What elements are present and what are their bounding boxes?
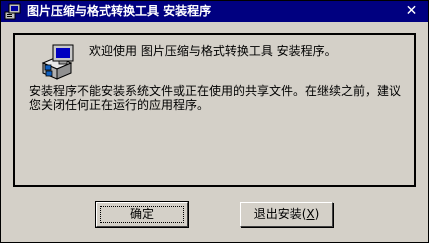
exit-setup-mnemonic: X bbox=[306, 207, 315, 221]
welcome-message: 欢迎使用 图片压缩与格式转换工具 安装程序。 bbox=[89, 44, 337, 58]
exit-setup-button[interactable]: 退出安装(X) bbox=[240, 202, 333, 227]
warning-message: 安装程序不能安装系统文件或正在使用的共享文件。在继续之前，建议您关闭任何正在运行… bbox=[29, 84, 402, 112]
close-icon[interactable]: ✕ bbox=[403, 3, 420, 20]
setup-dialog: 图片压缩与格式转换工具 安装程序 ✕ 欢迎使用 图片压缩与格式转换工具 安装程序… bbox=[0, 0, 429, 243]
title-bar[interactable]: 图片压缩与格式转换工具 安装程序 ✕ bbox=[1, 1, 428, 22]
setup-computer-icon bbox=[4, 3, 22, 20]
message-panel: 欢迎使用 图片压缩与格式转换工具 安装程序。 安装程序不能安装系统文件或正在使用… bbox=[13, 33, 416, 187]
exit-setup-label-suffix: ) bbox=[314, 207, 320, 221]
setup-computer-icon bbox=[41, 43, 77, 81]
focus-rectangle bbox=[100, 206, 184, 223]
ok-button[interactable]: 确定 bbox=[95, 201, 189, 228]
window-title: 图片压缩与格式转换工具 安装程序 bbox=[27, 4, 212, 18]
exit-setup-label-prefix: 退出安装( bbox=[253, 207, 307, 221]
